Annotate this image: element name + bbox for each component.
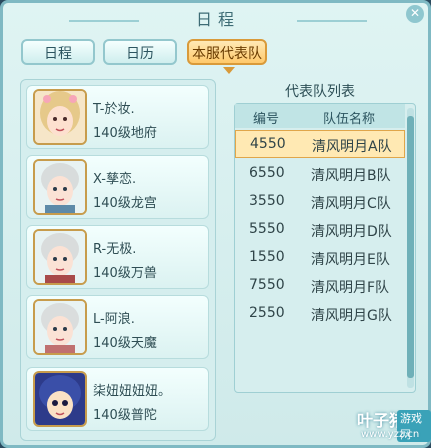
table-row[interactable]: 3550 清风明月C队: [235, 188, 405, 216]
member-level: 140级万兽: [93, 266, 157, 281]
tab-server-team[interactable]: 本服代表队: [187, 39, 267, 74]
row-num: 6550: [249, 165, 285, 181]
header-num: 编号: [253, 112, 280, 127]
table-row[interactable]: 7550 清风明月F队: [235, 272, 405, 300]
row-num: 4550: [250, 136, 286, 152]
row-team: 清风明月E队: [311, 252, 390, 268]
member-card[interactable]: T-於妆. 140级地府: [26, 85, 209, 149]
row-num: 2550: [249, 305, 285, 321]
team-table: 编号 队伍名称 4550 清风明月A队 6550 清风明月B队 3550 清风明…: [234, 103, 416, 393]
row-team: 清风明月F队: [311, 280, 390, 296]
active-tab-arrow-icon: [223, 67, 235, 74]
team-list-title: 代表队列表: [285, 84, 355, 100]
member-avatar: [33, 229, 87, 285]
member-name: R-无极.: [93, 242, 137, 257]
row-num: 5550: [249, 221, 285, 237]
member-card[interactable]: X-孳恋. 140级龙宫: [26, 155, 209, 219]
window-title: 日程: [195, 10, 240, 29]
member-name: 柒妞妞妞妞。: [93, 384, 172, 399]
table-row[interactable]: 4550 清风明月A队: [235, 130, 405, 158]
tab-calendar[interactable]: 日历: [103, 39, 177, 65]
member-level: 140级龙宫: [93, 196, 157, 211]
member-card[interactable]: L-阿浪. 140级天魔: [26, 295, 209, 359]
row-team: 清风明月A队: [312, 139, 392, 155]
row-team: 清风明月G队: [311, 308, 392, 324]
scrollbar-thumb[interactable]: [407, 116, 414, 378]
member-level: 140级天魔: [93, 336, 157, 351]
member-name: X-孳恋.: [93, 172, 137, 187]
member-level: 140级地府: [93, 126, 157, 141]
row-team: 清风明月C队: [311, 196, 391, 212]
scrollbar[interactable]: [407, 108, 414, 388]
member-avatar: [33, 89, 87, 145]
row-team: 清风明月D队: [311, 224, 392, 240]
table-row[interactable]: 5550 清风明月D队: [235, 216, 405, 244]
header-team: 队伍名称: [323, 112, 376, 127]
row-num: 7550: [249, 277, 285, 293]
tab-server-team-label: 本服代表队: [192, 46, 262, 62]
tab-schedule[interactable]: 日程: [21, 39, 95, 65]
member-card[interactable]: R-无极. 140级万兽: [26, 225, 209, 289]
watermark-logo: 叶子猪 游戏网 www.yzz.cn: [357, 407, 431, 447]
table-row[interactable]: 2550 清风明月G队: [235, 300, 405, 328]
row-num: 1550: [249, 249, 285, 265]
member-name: T-於妆.: [93, 102, 135, 117]
member-avatar: [33, 299, 87, 355]
close-icon[interactable]: ✕: [406, 5, 424, 23]
member-card[interactable]: 柒妞妞妞妞。 140级普陀: [26, 367, 209, 431]
title-bar: 日程: [69, 7, 367, 33]
member-avatar: [33, 159, 87, 215]
row-team: 清风明月B队: [311, 168, 391, 184]
row-num: 3550: [249, 193, 285, 209]
table-row[interactable]: 1550 清风明月E队: [235, 244, 405, 272]
member-list: T-於妆. 140级地府 X-孳恋. 140级龙宫 R-无极. 140级万兽 L…: [20, 79, 216, 441]
watermark-url: www.yzz.cn: [361, 429, 420, 440]
table-row[interactable]: 6550 清风明月B队: [235, 160, 405, 188]
member-level: 140级普陀: [93, 408, 157, 423]
member-name: L-阿浪.: [93, 312, 135, 327]
title-decoration-left: [69, 20, 139, 22]
table-header: 编号 队伍名称: [235, 104, 405, 128]
title-decoration-right: [297, 20, 367, 22]
member-avatar: [33, 371, 87, 427]
schedule-window: 日程 ✕ 日程 日历 本服代表队 T-於妆. 140级地府 X-孳恋. 140级…: [0, 0, 431, 448]
